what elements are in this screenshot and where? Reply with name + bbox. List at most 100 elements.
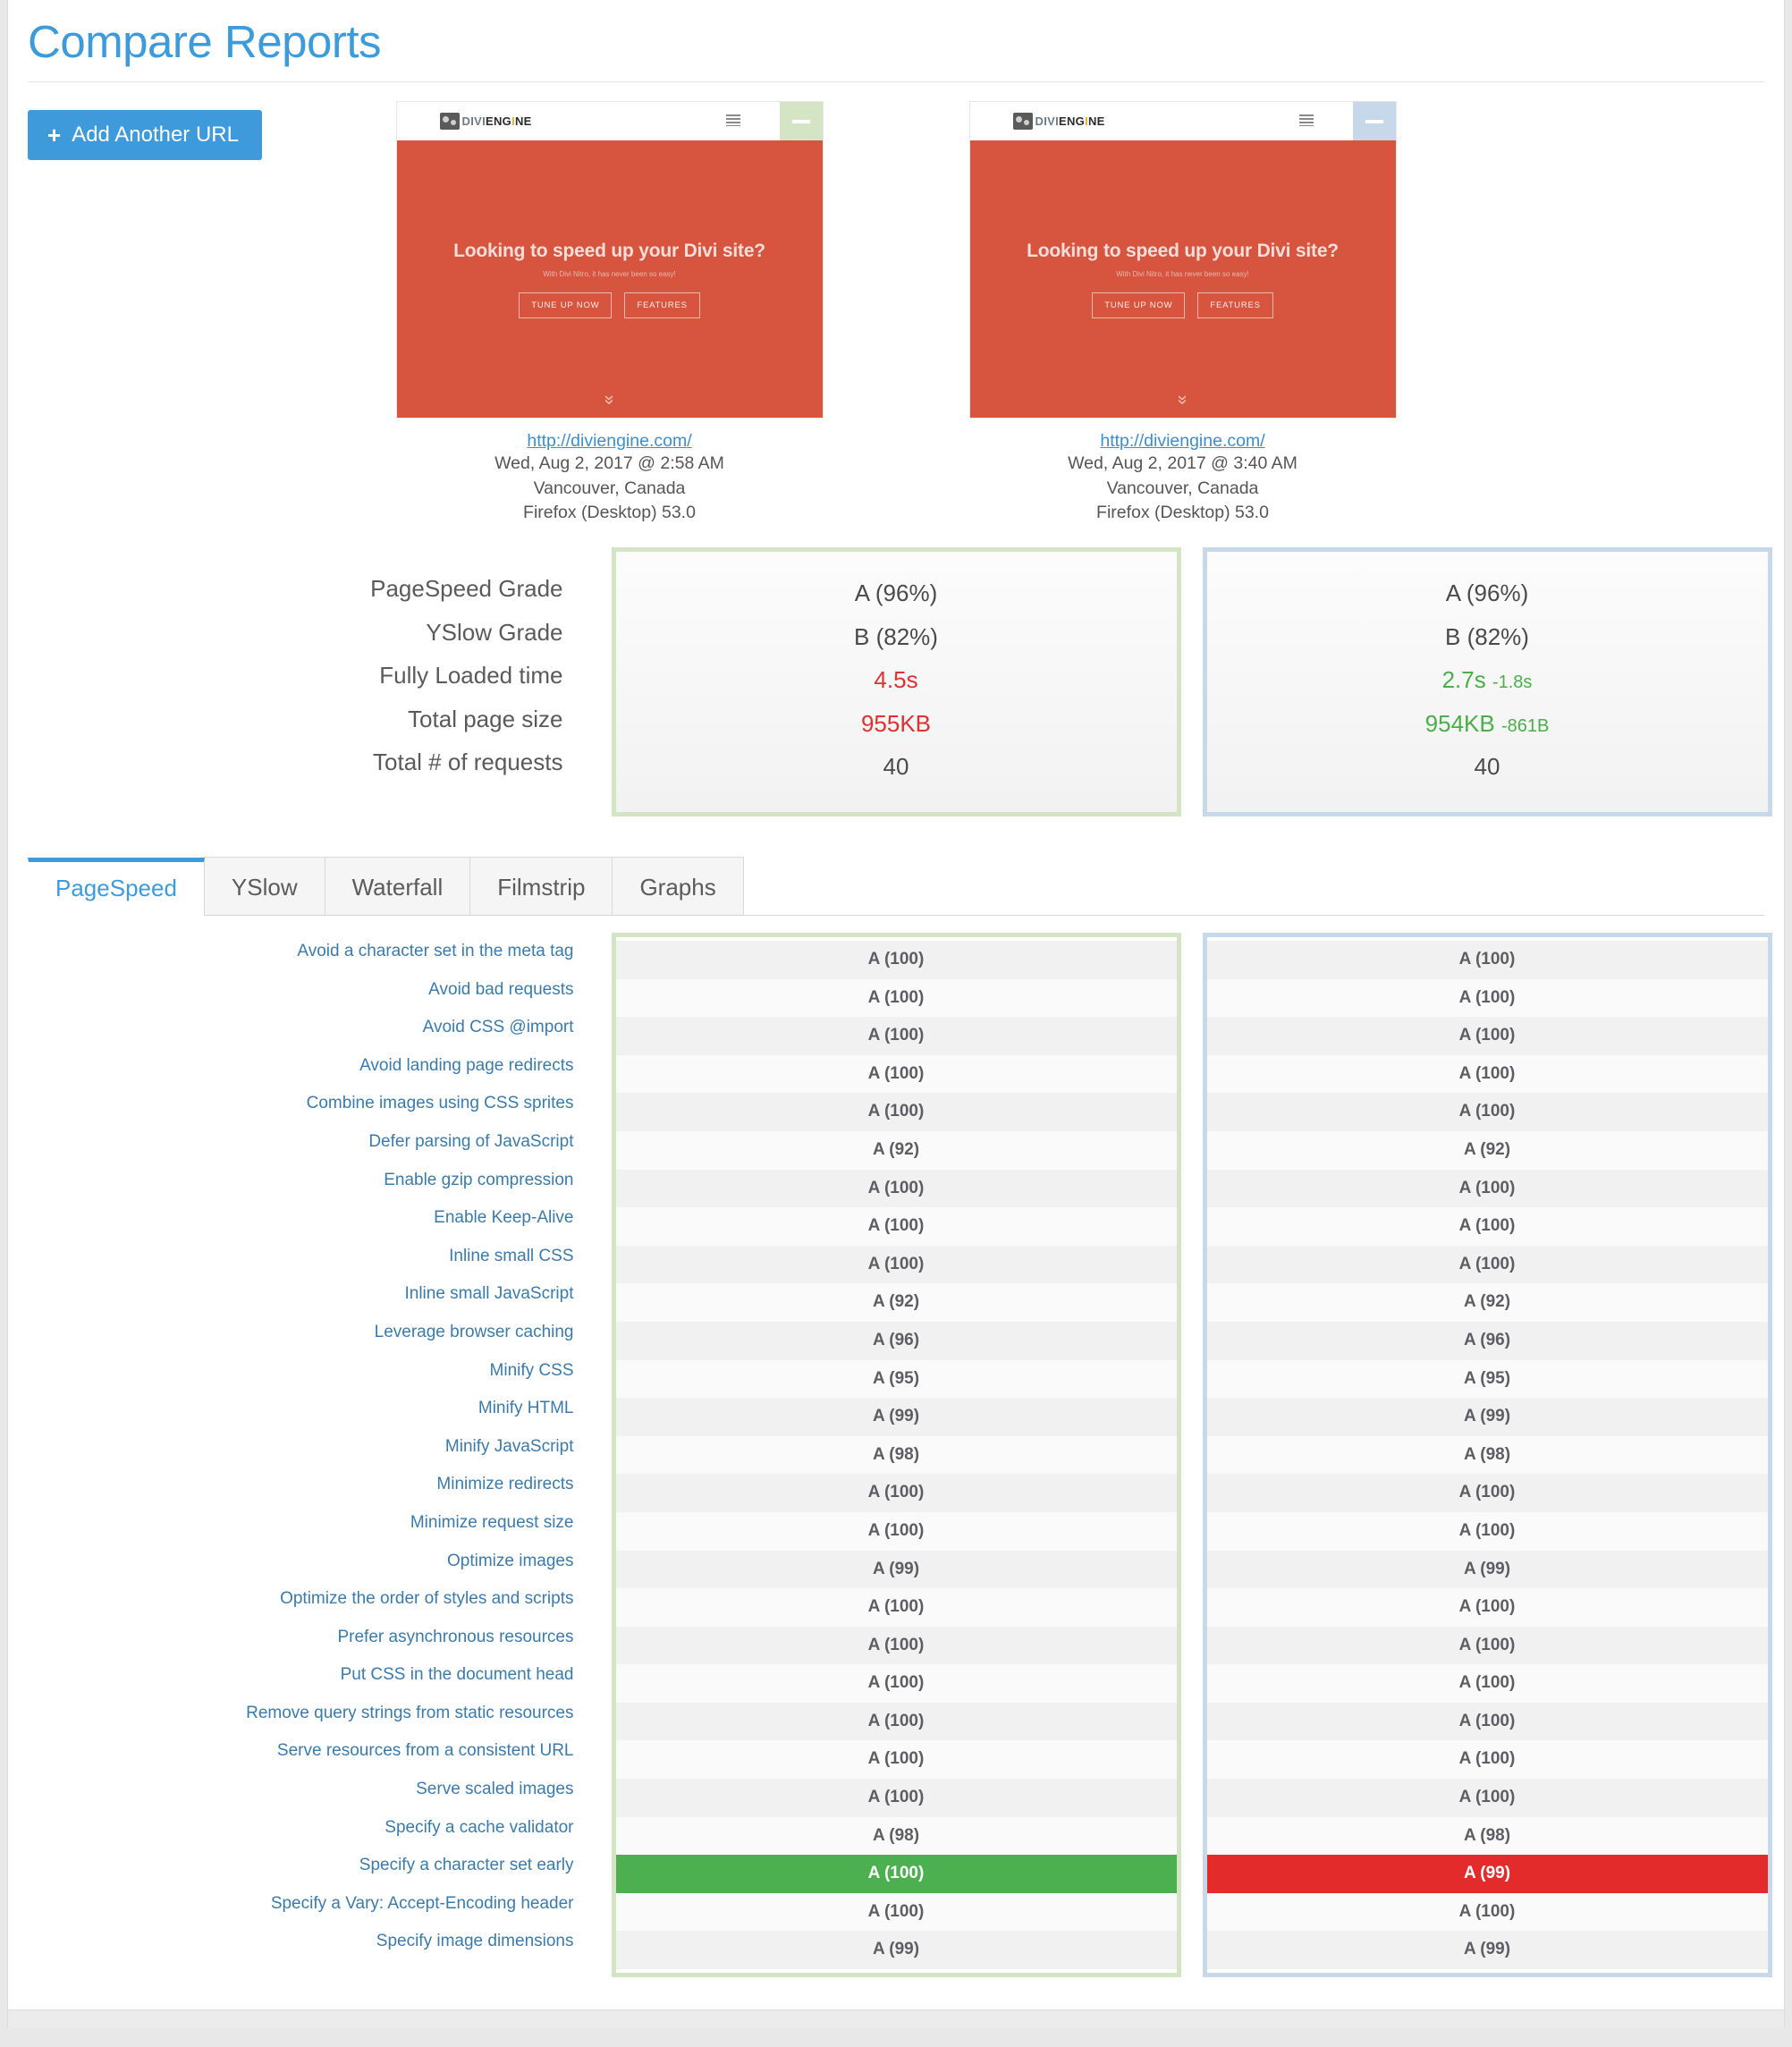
rule-grade-right: A (100)	[1206, 1207, 1768, 1246]
summary-label: Total # of requests	[373, 749, 563, 775]
tab-filmstrip[interactable]: Filmstrip	[469, 857, 613, 915]
rule-name[interactable]: Serve resources from a consistent URL	[21, 1732, 574, 1771]
rule-grade-right: A (99)	[1206, 1398, 1768, 1436]
report-timestamp: Wed, Aug 2, 2017 @ 2:58 AM	[494, 453, 724, 473]
report-location: Vancouver, Canada	[533, 478, 686, 498]
rule-grade-left: A (100)	[615, 941, 1177, 979]
summary-panel-left: A (96%) B (82%) 4.5s 955KB 40	[611, 547, 1181, 816]
hero-secondary-button: FEATURES	[624, 292, 700, 318]
report-metadata: Wed, Aug 2, 2017 @ 3:40 AM Vancouver, Ca…	[1068, 452, 1298, 526]
rule-name[interactable]: Defer parsing of JavaScript	[21, 1123, 573, 1162]
rule-name[interactable]: Serve scaled images	[21, 1771, 573, 1809]
rule-grade-left: A (100)	[615, 1169, 1177, 1208]
rule-name[interactable]: Avoid CSS @import	[21, 1009, 574, 1047]
rule-grade-left: A (96)	[615, 1321, 1177, 1360]
rule-name[interactable]: Optimize images	[21, 1543, 574, 1581]
hamburger-menu-icon	[725, 114, 740, 126]
rule-name-column: Avoid a character set in the meta tag Avo…	[21, 933, 590, 1977]
rule-name[interactable]: Specify a cache validator	[21, 1809, 573, 1848]
page-title: Compare Reports	[28, 16, 382, 67]
rule-name[interactable]: Put CSS in the document head	[21, 1656, 574, 1695]
rule-grade-right: A (100)	[1206, 1626, 1768, 1665]
rule-name[interactable]: Enable Keep-Alive	[21, 1199, 573, 1238]
rule-name[interactable]: Minify JavaScript	[21, 1428, 574, 1467]
rule-grade-left: A (99)	[615, 1398, 1177, 1436]
hero-subheading: With Divi Nitro, it has never been so ea…	[1116, 270, 1249, 278]
thumbnail-site-header: DIVIENGINE	[396, 102, 823, 140]
rule-name[interactable]: Inline small CSS	[21, 1238, 573, 1276]
rule-grade-right: A (100)	[1206, 1474, 1768, 1512]
pagespeed-rules-comparison: Avoid a character set in the meta tag Avo…	[8, 933, 1784, 1978]
hero-primary-button: TUNE UP NOW	[519, 292, 613, 318]
rule-name[interactable]: Combine images using CSS sprites	[21, 1085, 574, 1123]
rule-name[interactable]: Specify image dimensions	[21, 1923, 574, 1961]
rule-name[interactable]: Avoid bad requests	[21, 971, 573, 1010]
rule-name[interactable]: Inline small JavaScript	[21, 1275, 573, 1314]
thumbnail-hero: Looking to speed up your Divi site? With…	[969, 140, 1396, 418]
summary-value: 40	[883, 753, 909, 780]
tab-graphs[interactable]: Graphs	[612, 857, 744, 915]
logo-mark-icon	[439, 113, 460, 130]
tab-yslow[interactable]: YSlow	[203, 857, 325, 915]
summary-value: 40	[1474, 753, 1500, 780]
rule-grade-right: A (99)	[1206, 1931, 1768, 1970]
chevron-down-icon: »	[1172, 394, 1193, 405]
tab-waterfall[interactable]: Waterfall	[324, 857, 471, 915]
footer-strip	[8, 2009, 1784, 2028]
rule-name[interactable]: Remove query strings from static resourc…	[21, 1695, 573, 1733]
site-logo: DIVIENGINE	[439, 113, 532, 130]
rule-name[interactable]: Minimize redirects	[21, 1466, 573, 1504]
summary-value: A (96%)	[1445, 579, 1529, 606]
report-url-link[interactable]: http://diviengine.com/	[527, 431, 691, 452]
rule-grade-right: A (100)	[1206, 1779, 1768, 1817]
report-location: Vancouver, Canada	[1106, 478, 1259, 498]
summary-delta: -1.8s	[1492, 672, 1533, 692]
rule-name[interactable]: Enable gzip compression	[21, 1162, 573, 1200]
rule-grade-right: A (100)	[1206, 1511, 1768, 1551]
tab-pagespeed[interactable]: PageSpeed	[28, 858, 205, 916]
rule-grade-left: A (100)	[615, 1511, 1177, 1551]
rule-name[interactable]: Avoid a character set in the meta tag	[21, 933, 573, 971]
rule-name[interactable]: Prefer asynchronous resources	[21, 1619, 573, 1657]
rule-name[interactable]: Specify a Vary: Accept-Encoding header	[21, 1885, 574, 1924]
rule-grade-left: A (100)	[615, 1740, 1177, 1780]
rule-grade-right: A (100)	[1206, 1702, 1768, 1741]
rule-grade-left: A (100)	[615, 1245, 1177, 1284]
rule-grade-left: A (100)	[615, 1054, 1177, 1094]
thumbnail-site-header: DIVIENGINE	[969, 102, 1396, 140]
summary-value: B (82%)	[854, 622, 938, 650]
report-url-link[interactable]: http://diviengine.com/	[1100, 431, 1264, 452]
rule-grade-right: A (100)	[1206, 1892, 1768, 1932]
rule-grade-right: A (98)	[1206, 1816, 1768, 1856]
summary-label: Fully Loaded time	[379, 662, 563, 689]
rule-name[interactable]: Minify HTML	[21, 1390, 574, 1428]
rule-grade-left: A (100)	[615, 1474, 1177, 1512]
rule-grade-left: A (100)	[615, 1855, 1177, 1893]
rule-grade-left: A (99)	[615, 1931, 1177, 1970]
summary-label: PageSpeed Grade	[370, 575, 563, 602]
rule-grade-right: A (99)	[1206, 1550, 1768, 1589]
rule-name[interactable]: Avoid landing page redirects	[21, 1047, 573, 1086]
rule-name[interactable]: Optimize the order of styles and scripts	[21, 1580, 573, 1619]
rule-name[interactable]: Leverage browser caching	[21, 1314, 574, 1352]
rule-grade-left: A (92)	[615, 1130, 1177, 1170]
rule-name[interactable]: Minify CSS	[21, 1352, 574, 1391]
summary-value: 2.7s -1.8s	[1441, 666, 1533, 693]
rule-grade-left: A (100)	[615, 1017, 1177, 1055]
rule-grade-left: A (100)	[615, 1664, 1177, 1703]
rule-name[interactable]: Minimize request size	[21, 1504, 574, 1543]
rule-grade-left: A (100)	[615, 978, 1177, 1018]
site-screenshot-thumbnail[interactable]: DIVIENGINE Looking to speed up your Divi…	[968, 101, 1397, 419]
rule-grade-left: A (100)	[615, 1588, 1177, 1627]
report-metadata: Wed, Aug 2, 2017 @ 2:58 AM Vancouver, Ca…	[494, 452, 724, 526]
summary-label: YSlow Grade	[426, 618, 563, 646]
title-divider	[28, 80, 1764, 82]
logo-mark-icon	[1012, 113, 1033, 130]
rule-grade-right: A (100)	[1206, 1017, 1768, 1055]
chevron-down-icon: »	[599, 394, 620, 405]
summary-delta: -861B	[1500, 715, 1550, 736]
site-screenshot-thumbnail[interactable]: DIVIENGINE Looking to speed up your Divi…	[395, 101, 824, 419]
rule-values-left: A (100) A (100) A (100) A (100) A (100) A (92…	[611, 933, 1181, 1978]
rule-name[interactable]: Specify a character set early	[21, 1847, 574, 1885]
report-column-1: DIVIENGINE Looking to speed up your Divi…	[395, 101, 824, 526]
